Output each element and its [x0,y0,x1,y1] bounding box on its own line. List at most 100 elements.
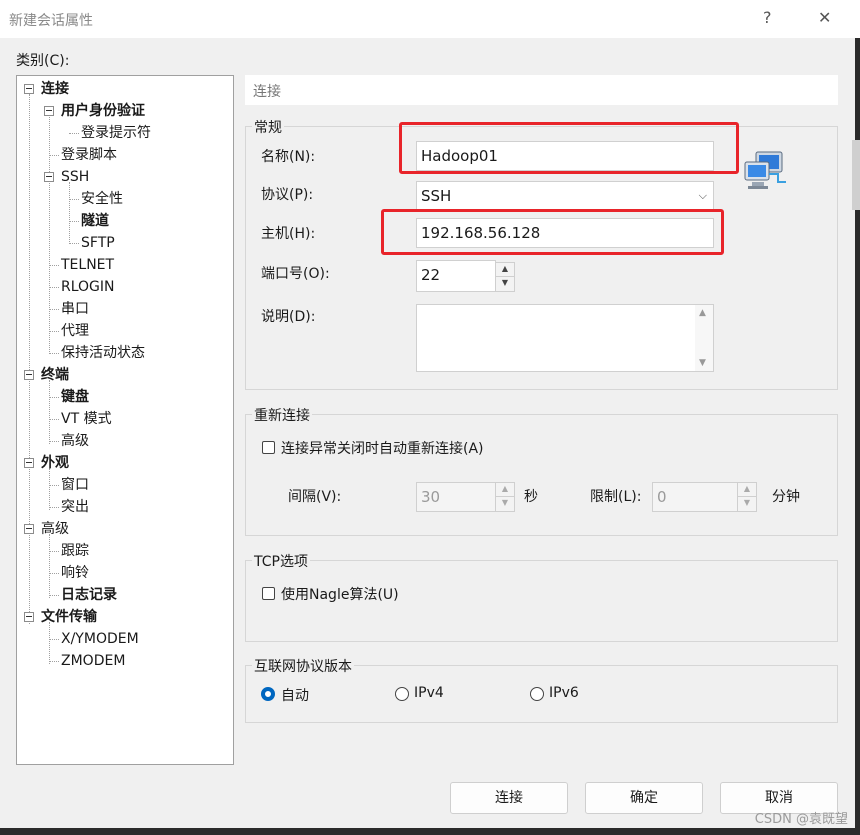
host-label: 主机(H): [261,226,316,242]
ok-button[interactable]: 确定 [585,782,703,814]
background-edge-bottom [0,828,860,835]
spin-down-icon[interactable]: ▼ [496,497,514,511]
ip-auto-radio[interactable] [261,687,275,701]
connect-button[interactable]: 连接 [450,782,568,814]
tree-line [49,380,50,444]
highlight-box-name [399,122,739,174]
scroll-up-icon[interactable]: ▲ [699,307,706,319]
reconnect-group-label: 重新连接 [252,405,312,425]
protocol-value: SSH [421,187,452,205]
tree-line [49,485,59,486]
tree-item-keepalive[interactable]: 保持活动状态 [61,344,145,362]
interval-spinner[interactable]: ▲ ▼ [495,482,515,512]
collapse-icon[interactable] [44,106,54,116]
close-button[interactable]: ✕ [818,8,831,27]
tree-item-zmodem[interactable]: ZMODEM [61,652,125,670]
tree-item-security[interactable]: 安全性 [81,190,123,208]
tree-item-user-auth[interactable]: 用户身份验证 [61,102,145,120]
tree-line [49,551,59,552]
spin-up-icon[interactable]: ▲ [496,263,514,277]
protocol-label: 协议(P): [261,187,314,203]
tree-line [49,573,59,574]
tree-item-keyboard[interactable]: 键盘 [61,388,89,406]
tree-item-ssh[interactable]: SSH [61,168,89,186]
tree-line [69,182,70,244]
collapse-icon[interactable] [44,172,54,182]
tree-item-serial[interactable]: 串口 [61,300,89,318]
help-button[interactable]: ? [763,8,772,27]
tree-item-tunnel[interactable]: 隧道 [81,212,109,230]
auto-reconnect-checkbox[interactable] [262,441,275,454]
tree-item-logging[interactable]: 日志记录 [61,586,117,604]
collapse-icon[interactable] [24,524,34,534]
tree-item-file-transfer[interactable]: 文件传输 [41,608,97,626]
ipv4-radio[interactable] [395,687,409,701]
tree-item-xymodem[interactable]: X/YMODEM [61,630,139,648]
watermark: CSDN @袁既望 [754,812,848,827]
tree-item-telnet[interactable]: TELNET [61,256,114,274]
category-tree[interactable]: 连接 用户身份验证 登录提示符 登录脚本 SSH 安全性 隧道 SFTP TEL… [16,75,234,765]
interval-label: 间隔(V): [288,489,342,505]
interval-unit: 秒 [524,489,538,505]
window-title: 新建会话属性 [9,13,93,29]
port-field[interactable]: 22 [416,260,496,292]
tree-item-bell[interactable]: 响铃 [61,564,89,582]
tree-line [49,622,50,664]
collapse-icon[interactable] [24,370,34,380]
tree-item-login-script[interactable]: 登录脚本 [61,146,117,164]
tree-line [69,221,79,222]
protocol-select[interactable]: SSH ⌵ [416,181,714,211]
tree-line [49,595,59,596]
ip-version-group-label: 互联网协议版本 [252,656,354,676]
spin-up-icon[interactable]: ▲ [496,483,514,497]
interval-field[interactable]: 30 [416,482,496,512]
tree-line [49,331,59,332]
spin-up-icon[interactable]: ▲ [738,483,756,497]
port-spinner[interactable]: ▲ ▼ [495,262,515,292]
spin-down-icon[interactable]: ▼ [496,277,514,291]
limit-label: 限制(L): [590,489,642,505]
ipv6-label: IPv6 [549,685,579,701]
tree-item-vt-mode[interactable]: VT 模式 [61,410,112,428]
ip-auto-label: 自动 [281,688,309,704]
limit-unit: 分钟 [772,489,800,505]
tree-item-sftp[interactable]: SFTP [81,234,115,252]
background-edge-panel [852,140,860,210]
category-label: 类别(C): [16,53,70,69]
tree-item-terminal-advanced[interactable]: 高级 [61,432,89,450]
tree-line [49,639,59,640]
limit-field[interactable]: 0 [652,482,738,512]
collapse-icon[interactable] [24,84,34,94]
tree-item-advanced[interactable]: 高级 [41,520,69,538]
spin-down-icon[interactable]: ▼ [738,497,756,511]
nagle-checkbox[interactable] [262,587,275,600]
ipv6-radio[interactable] [530,687,544,701]
tree-line [69,243,79,244]
tree-line [49,309,59,310]
tree-line [49,397,59,398]
general-group-label: 常规 [252,117,284,137]
tree-line [69,199,79,200]
auto-reconnect-label: 连接异常关闭时自动重新连接(A) [281,441,484,457]
tree-item-login-prompt[interactable]: 登录提示符 [81,124,151,142]
tree-item-highlight[interactable]: 突出 [61,498,89,516]
tree-item-proxy[interactable]: 代理 [61,322,89,340]
chevron-down-icon: ⌵ [698,189,707,202]
tree-item-connection[interactable]: 连接 [41,80,69,98]
description-field[interactable]: ▲ ▼ [416,304,714,372]
limit-spinner[interactable]: ▲ ▼ [737,482,757,512]
tree-item-rlogin[interactable]: RLOGIN [61,278,115,296]
tree-item-appearance[interactable]: 外观 [41,454,69,472]
tree-line [49,441,59,442]
collapse-icon[interactable] [24,458,34,468]
description-scrollbar[interactable]: ▲ ▼ [695,305,713,371]
tree-line [49,265,59,266]
tree-item-window[interactable]: 窗口 [61,476,89,494]
tree-line [49,534,50,598]
scroll-down-icon[interactable]: ▼ [699,357,706,369]
tree-item-trace[interactable]: 跟踪 [61,542,89,560]
panel-header: 连接 [245,75,838,105]
tree-item-terminal[interactable]: 终端 [41,366,69,384]
collapse-icon[interactable] [24,612,34,622]
tree-line [49,507,59,508]
